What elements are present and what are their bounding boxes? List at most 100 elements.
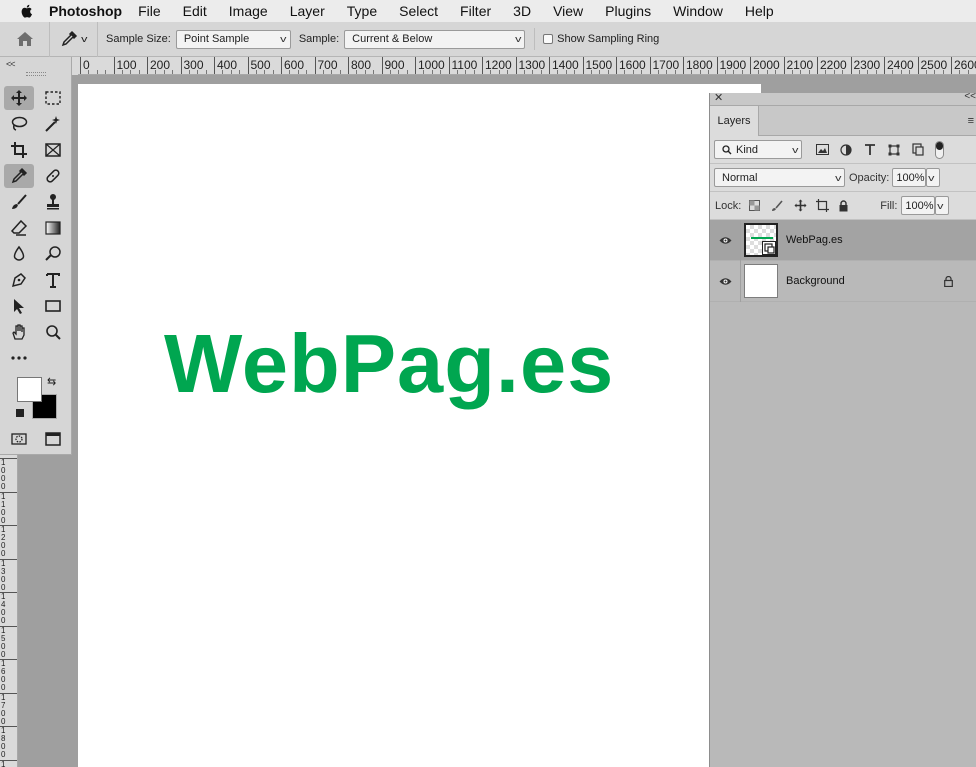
document-canvas[interactable]: WebPag.es xyxy=(78,84,761,767)
brush-tool[interactable] xyxy=(4,190,34,214)
opacity-input[interactable]: 100% xyxy=(892,168,927,187)
chevron-down-icon: v xyxy=(280,34,287,44)
pen-tool[interactable] xyxy=(4,268,34,292)
ruler-minor-tick xyxy=(465,70,467,74)
menu-filter[interactable]: Filter xyxy=(460,3,491,19)
lock-all-icon[interactable] xyxy=(838,199,849,212)
sample-select[interactable]: Current & Below v xyxy=(344,29,526,49)
filter-kind-select[interactable]: Kind v xyxy=(714,140,802,159)
quick-mask-icon xyxy=(11,433,27,445)
menu-image[interactable]: Image xyxy=(229,3,268,19)
menu-edit[interactable]: Edit xyxy=(183,3,207,19)
app-menu-photoshop[interactable]: Photoshop xyxy=(49,3,122,19)
menu-plugins[interactable]: Plugins xyxy=(605,3,651,19)
home-button[interactable] xyxy=(0,21,50,57)
eyedropper-tool[interactable] xyxy=(4,164,34,188)
fill-value: 100% xyxy=(905,199,934,212)
lock-transparent-icon[interactable] xyxy=(749,200,761,211)
type-tool[interactable] xyxy=(38,268,68,292)
hand-tool[interactable] xyxy=(4,320,34,344)
ruler-minor-tick xyxy=(507,70,509,74)
blend-mode-select[interactable]: Normal v xyxy=(714,168,845,187)
opacity-dropdown[interactable]: v xyxy=(926,168,941,187)
vertical-ruler[interactable]: 1 0 0 01 1 0 01 2 0 01 3 0 01 4 0 01 5 0… xyxy=(0,455,18,767)
path-selection-tool[interactable] xyxy=(4,294,34,318)
move-icon xyxy=(11,90,27,106)
ruler-minor-tick xyxy=(791,70,793,74)
rectangle-tool[interactable] xyxy=(38,294,68,318)
canvas-text-webpag[interactable]: WebPag.es xyxy=(164,316,614,412)
filter-adjustment-icon[interactable] xyxy=(840,143,852,156)
ruler-minor-tick xyxy=(523,70,525,74)
panel-menu-icon[interactable]: ≡ xyxy=(968,115,974,127)
ruler-minor-tick xyxy=(900,70,902,74)
filter-smart-object-icon[interactable] xyxy=(912,143,924,156)
swap-colors-icon[interactable]: ⇆ xyxy=(47,375,56,388)
menu-file[interactable]: File xyxy=(138,3,161,19)
lock-artboard-icon[interactable] xyxy=(816,199,830,212)
ruler-minor-tick xyxy=(306,70,308,74)
default-colors-icon[interactable] xyxy=(16,409,24,417)
collapse-panel-icon[interactable]: << xyxy=(964,91,976,102)
show-sampling-ring-checkbox[interactable] xyxy=(543,34,554,44)
horizontal-ruler[interactable]: 0 100 200 300 400 500 600 700 800 900 1000 1100 1200… xyxy=(78,57,976,75)
edit-toolbar-button[interactable] xyxy=(4,346,34,370)
tool-preset-picker[interactable]: v xyxy=(50,21,98,57)
menu-help[interactable]: Help xyxy=(745,3,774,19)
foreground-color-swatch[interactable] xyxy=(17,377,42,402)
chevron-down-icon: v xyxy=(514,34,522,44)
layer-row-webpag[interactable]: WebPag.es xyxy=(710,219,976,261)
filter-toggle[interactable] xyxy=(935,140,944,159)
healing-brush-tool[interactable] xyxy=(38,164,68,188)
menu-3d[interactable]: 3D xyxy=(513,3,531,19)
menu-type[interactable]: Type xyxy=(347,3,377,19)
ruler-minor-tick xyxy=(423,70,425,74)
magic-wand-tool[interactable] xyxy=(38,112,68,136)
visibility-toggle[interactable] xyxy=(710,236,740,245)
ruler-minor-tick xyxy=(473,70,475,74)
quick-mask-button[interactable] xyxy=(4,427,34,451)
toolbox-grip[interactable] xyxy=(26,72,46,76)
fill-dropdown[interactable]: v xyxy=(935,196,950,215)
frame-tool[interactable] xyxy=(38,138,68,162)
vertical-ruler-tick-label: 1 4 0 0 xyxy=(0,592,17,625)
visibility-toggle[interactable] xyxy=(710,277,740,286)
vertical-ruler-tick-label: 1 7 0 0 xyxy=(0,692,17,726)
ruler-minor-tick xyxy=(398,70,400,74)
zoom-tool[interactable] xyxy=(38,320,68,344)
filter-shape-icon[interactable] xyxy=(888,144,900,156)
layer-name[interactable]: Background xyxy=(786,275,845,287)
chevron-down-icon: v xyxy=(928,172,935,183)
layer-name[interactable]: WebPag.es xyxy=(786,234,843,246)
menu-layer[interactable]: Layer xyxy=(290,3,325,19)
move-tool[interactable] xyxy=(4,86,34,110)
apple-icon[interactable] xyxy=(19,3,35,19)
dodge-tool[interactable] xyxy=(38,242,68,266)
marquee-tool[interactable] xyxy=(38,86,68,110)
divider xyxy=(740,219,741,261)
lock-position-icon[interactable] xyxy=(794,199,807,212)
close-panel-icon[interactable]: ✕ xyxy=(714,91,723,104)
eraser-icon xyxy=(10,219,28,236)
collapse-toolbox-icon[interactable]: << xyxy=(6,59,15,69)
lasso-tool[interactable] xyxy=(4,112,34,136)
menu-view[interactable]: View xyxy=(553,3,583,19)
screen-mode-button[interactable] xyxy=(38,427,68,451)
menu-window[interactable]: Window xyxy=(673,3,723,19)
vertical-ruler-tick-label: 1 2 0 0 xyxy=(0,525,17,558)
blur-tool[interactable] xyxy=(4,242,34,266)
tab-layers[interactable]: Layers xyxy=(710,106,759,136)
crop-tool[interactable] xyxy=(4,138,34,162)
layer-row-background[interactable]: Background xyxy=(710,260,976,302)
sample-size-select[interactable]: Point Sample v xyxy=(175,29,291,49)
gradient-tool[interactable] xyxy=(38,216,68,240)
eraser-tool[interactable] xyxy=(4,216,34,240)
filter-type-icon[interactable] xyxy=(864,143,876,156)
stamp-icon xyxy=(47,194,59,210)
menu-select[interactable]: Select xyxy=(399,3,438,19)
eye-icon xyxy=(719,277,731,285)
lock-image-brush-icon[interactable] xyxy=(771,199,783,212)
fill-input[interactable]: 100% xyxy=(901,196,936,215)
filter-pixel-icon[interactable] xyxy=(816,144,829,155)
clone-stamp-tool[interactable] xyxy=(38,190,68,214)
